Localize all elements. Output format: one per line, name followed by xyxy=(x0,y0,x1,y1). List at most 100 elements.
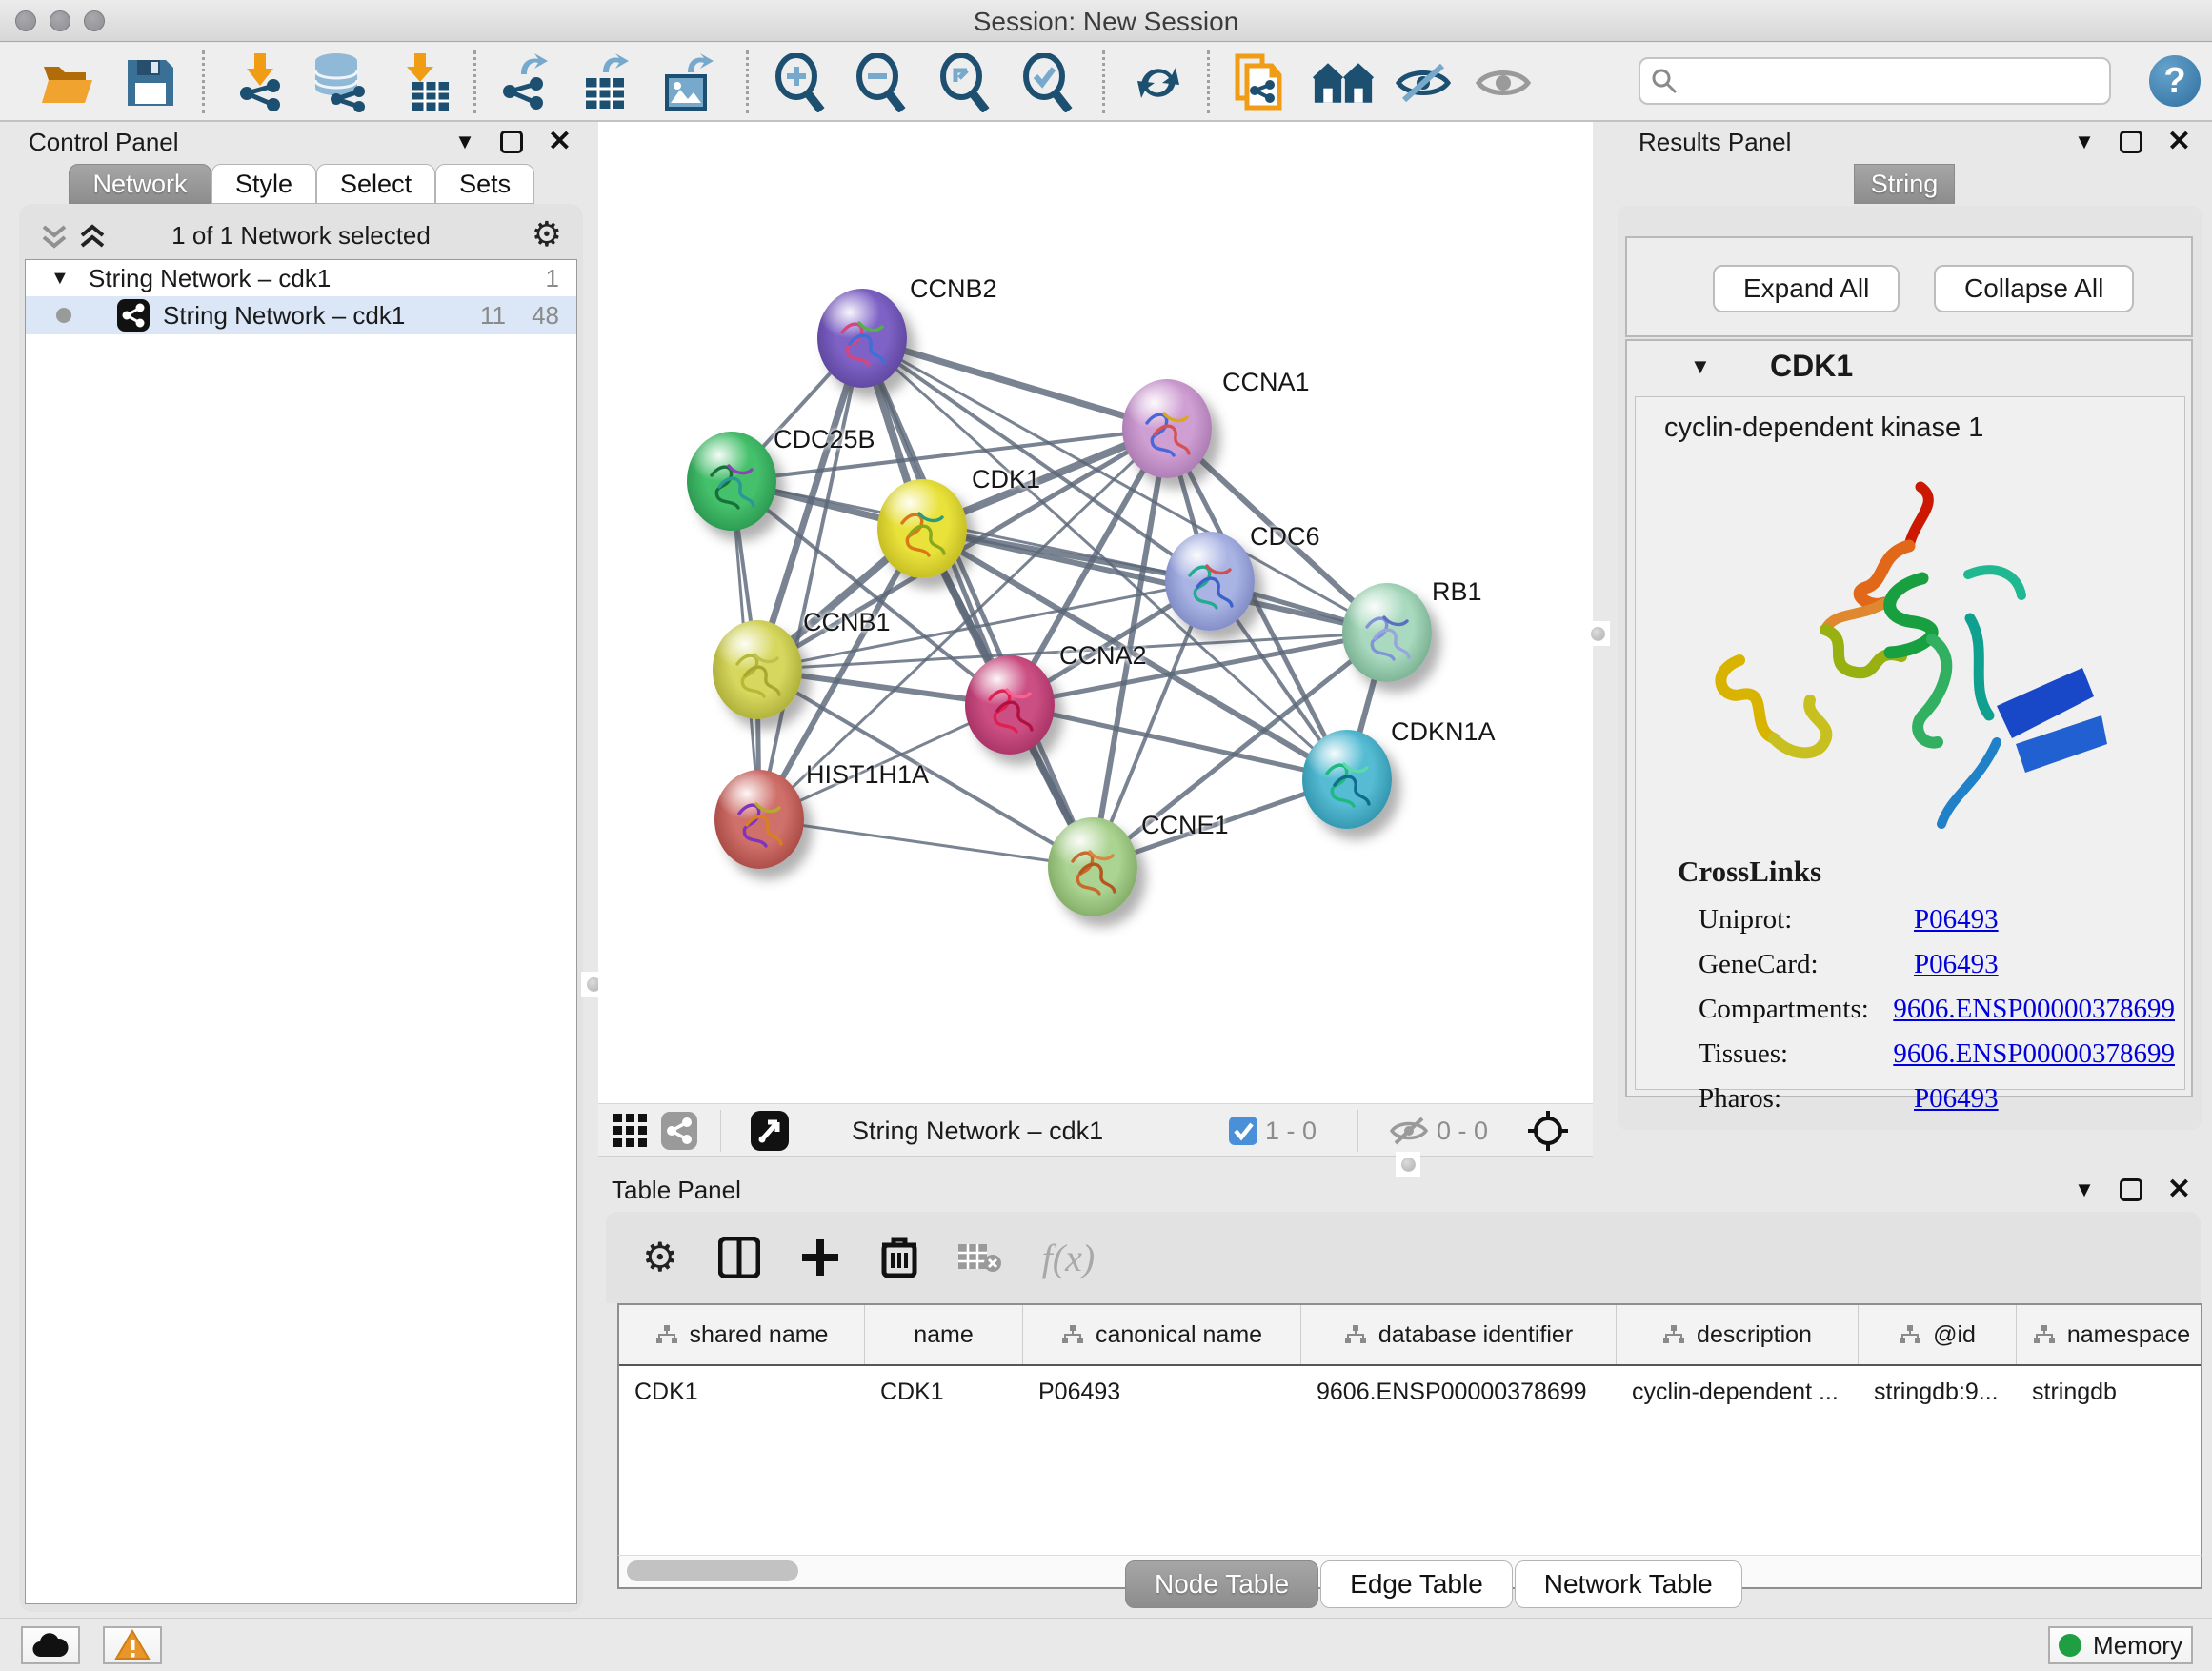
function-builder-icon[interactable]: f(x) xyxy=(1042,1236,1096,1280)
column-header-canonical-name[interactable]: canonical name xyxy=(1023,1305,1301,1364)
maximize-panel-icon[interactable] xyxy=(2120,131,2142,153)
tab-network-table[interactable]: Network Table xyxy=(1515,1560,1742,1608)
string-network-icon xyxy=(117,299,150,332)
network-node-ccnb2[interactable] xyxy=(817,289,907,388)
window-title: Session: New Session xyxy=(0,7,2212,37)
delete-column-trash-icon[interactable] xyxy=(880,1236,918,1279)
network-node-cdkn1a[interactable] xyxy=(1302,730,1392,829)
network-options-gear-icon[interactable]: ⚙ xyxy=(532,217,562,252)
fit-content-button[interactable] xyxy=(1526,1112,1570,1150)
node-label-ccna2: CCNA2 xyxy=(1059,641,1147,671)
export-image-button[interactable] xyxy=(657,54,718,111)
network-row-selected[interactable]: String Network – cdk1 11 48 xyxy=(26,296,576,334)
crosslink-link[interactable]: 9606.ENSP00000378699 xyxy=(1893,994,2175,1025)
help-button[interactable]: ? xyxy=(2149,55,2201,107)
warnings-button[interactable] xyxy=(103,1626,162,1664)
tab-select[interactable]: Select xyxy=(316,164,435,204)
apply-layout-button[interactable] xyxy=(1128,54,1189,111)
crosslink-link[interactable]: P06493 xyxy=(1914,1083,1999,1115)
table-cell[interactable]: 9606.ENSP00000378699 xyxy=(1301,1366,1617,1418)
zoom-selected-button[interactable] xyxy=(1017,54,1078,111)
table-cell[interactable]: CDK1 xyxy=(865,1366,1023,1418)
network-node-ccne1[interactable] xyxy=(1048,817,1137,916)
global-search-field[interactable] xyxy=(1639,57,2111,105)
network-results-splitter[interactable] xyxy=(1593,122,1602,1157)
save-session-button[interactable] xyxy=(120,54,181,111)
zoom-fit-button[interactable] xyxy=(935,54,995,111)
add-column-icon[interactable] xyxy=(800,1238,840,1278)
column-header-description[interactable]: description xyxy=(1617,1305,1859,1364)
table-cell[interactable]: CDK1 xyxy=(619,1366,865,1418)
search-input[interactable] xyxy=(1688,62,2109,100)
show-columns-icon[interactable] xyxy=(718,1237,760,1278)
table-cell[interactable]: stringdb:9... xyxy=(1859,1366,2017,1418)
network-view-mode-button[interactable] xyxy=(661,1112,697,1150)
table-cell[interactable]: stringdb xyxy=(2017,1366,2202,1418)
table-cell[interactable]: cyclin-dependent ... xyxy=(1617,1366,1859,1418)
close-panel-icon[interactable]: ✕ xyxy=(548,131,572,153)
close-panel-icon[interactable]: ✕ xyxy=(2167,1178,2191,1201)
tab-edge-table[interactable]: Edge Table xyxy=(1320,1560,1513,1608)
column-header-name[interactable]: name xyxy=(865,1305,1023,1364)
open-session-button[interactable] xyxy=(38,54,99,111)
show-hidden-button[interactable] xyxy=(1473,54,1534,111)
protein-section-header[interactable]: ▼ CDK1 xyxy=(1627,341,2191,394)
maximize-panel-icon[interactable] xyxy=(2120,1178,2142,1201)
delete-table-icon[interactable] xyxy=(958,1240,1002,1275)
table-row[interactable]: CDK1CDK1P064939606.ENSP00000378699cyclin… xyxy=(619,1366,2201,1418)
export-network-button[interactable] xyxy=(493,54,553,111)
network-node-ccna1[interactable] xyxy=(1122,379,1212,478)
network-view-canvas[interactable]: CCNB2CCNA1CDC25BCDK1CDC6RB1CCNB1CCNA2CDK… xyxy=(598,122,1593,1103)
crosslink-link[interactable]: P06493 xyxy=(1914,904,1999,936)
clone-network-button[interactable] xyxy=(1230,54,1291,111)
tab-network[interactable]: Network xyxy=(69,164,211,204)
close-panel-icon[interactable]: ✕ xyxy=(2167,131,2191,153)
network-node-rb1[interactable] xyxy=(1342,583,1432,682)
import-network-from-database-button[interactable] xyxy=(310,54,371,111)
network-node-cdc25b[interactable] xyxy=(687,432,776,531)
zoom-in-button[interactable] xyxy=(770,54,831,111)
column-header-namespace[interactable]: namespace xyxy=(2017,1305,2202,1364)
crosslink-link[interactable]: 9606.ENSP00000378699 xyxy=(1893,1038,2175,1070)
expand-all-button[interactable]: Expand All xyxy=(1713,265,1900,312)
selected-checkbox-icon[interactable] xyxy=(1229,1117,1257,1145)
crosslink-link[interactable]: P06493 xyxy=(1914,949,1999,980)
table-splitter[interactable] xyxy=(593,1157,2202,1172)
table-options-gear-icon[interactable]: ⚙ xyxy=(642,1240,678,1275)
table-cell[interactable]: P06493 xyxy=(1023,1366,1301,1418)
protein-section: ▼ CDK1 cyclin-dependent kinase 1 xyxy=(1625,339,2193,1097)
tab-style[interactable]: Style xyxy=(211,164,316,204)
grid-view-button[interactable] xyxy=(613,1112,648,1150)
cloud-icon xyxy=(31,1632,70,1659)
column-header-shared-name[interactable]: shared name xyxy=(619,1305,865,1364)
network-node-cdc6[interactable] xyxy=(1165,532,1255,631)
maximize-panel-icon[interactable] xyxy=(500,131,523,153)
export-table-button[interactable] xyxy=(574,54,635,111)
scrollbar-thumb[interactable] xyxy=(627,1560,798,1581)
import-table-button[interactable] xyxy=(394,54,455,111)
section-expander-icon[interactable]: ▼ xyxy=(1690,354,1711,379)
float-panel-icon[interactable]: ▼ xyxy=(2074,1178,2095,1202)
cloud-status-button[interactable] xyxy=(21,1626,80,1664)
tab-node-table[interactable]: Node Table xyxy=(1125,1560,1318,1608)
memory-button[interactable]: Memory xyxy=(2048,1626,2193,1664)
network-node-hist1h1a[interactable] xyxy=(714,770,804,869)
float-panel-icon[interactable]: ▼ xyxy=(454,130,475,154)
import-network-button[interactable] xyxy=(230,54,291,111)
control-network-splitter[interactable] xyxy=(589,122,598,1618)
collection-expander-icon[interactable]: ▼ xyxy=(50,268,70,290)
network-node-ccna2[interactable] xyxy=(965,655,1055,755)
column-header--id[interactable]: @id xyxy=(1859,1305,2017,1364)
tab-sets[interactable]: Sets xyxy=(435,164,534,204)
network-collection-row[interactable]: ▼ String Network – cdk1 1 xyxy=(26,260,576,296)
hide-selected-button[interactable] xyxy=(1393,54,1454,111)
network-node-ccnb1[interactable] xyxy=(713,620,802,719)
birdseye-view-button[interactable] xyxy=(751,1112,789,1150)
collapse-all-button[interactable]: Collapse All xyxy=(1934,265,2134,312)
tab-string[interactable]: String xyxy=(1854,164,1955,204)
column-header-database-identifier[interactable]: database identifier xyxy=(1301,1305,1617,1364)
zoom-out-button[interactable] xyxy=(851,54,912,111)
float-panel-icon[interactable]: ▼ xyxy=(2074,130,2095,154)
network-node-cdk1[interactable] xyxy=(877,479,967,578)
show-all-networks-button[interactable] xyxy=(1313,54,1374,111)
